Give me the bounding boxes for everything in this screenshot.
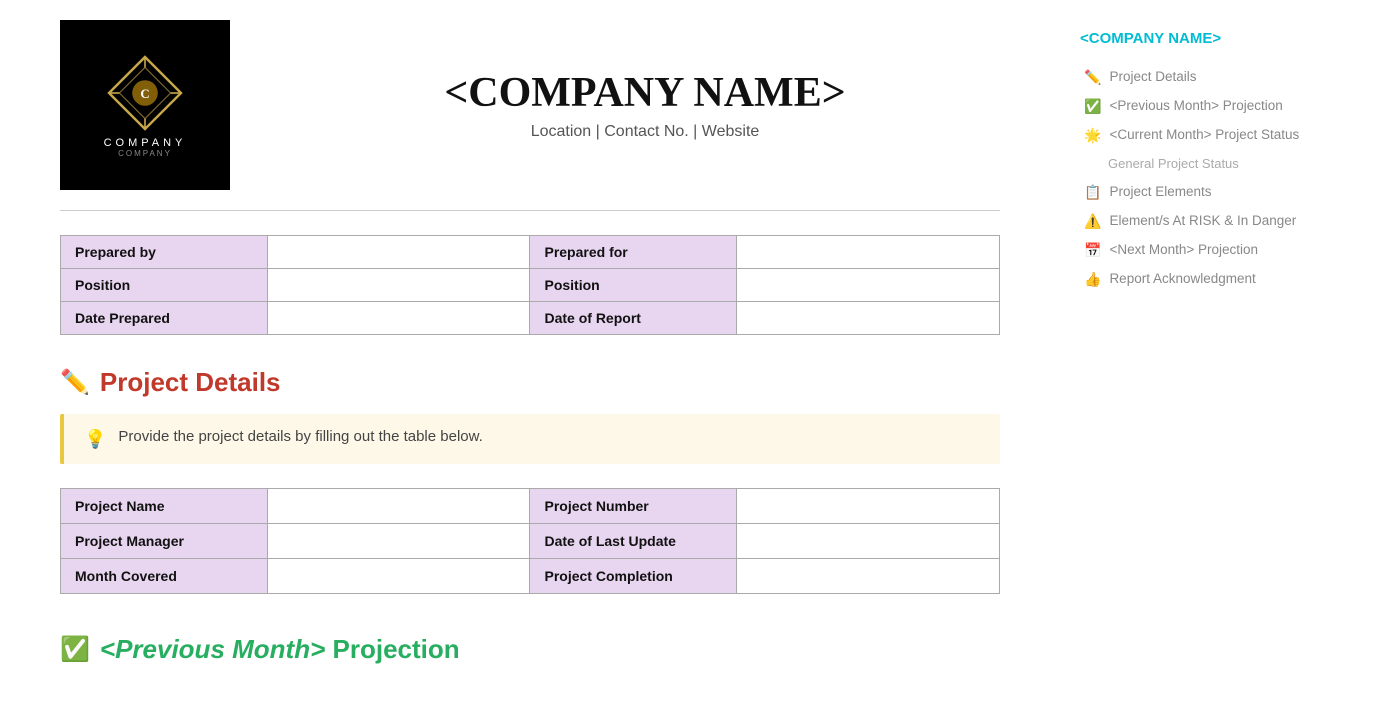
sidebar-item-prev-month[interactable]: ✅ <Previous Month> Projection (1080, 92, 1320, 121)
table-row: Position Position (61, 269, 1000, 302)
position-right-value[interactable] (737, 269, 1000, 302)
sidebar-nav: ✏️ Project Details ✅ <Previous Month> Pr… (1080, 63, 1320, 293)
header-divider (60, 210, 1000, 211)
sidebar-item-label: <Next Month> Projection (1109, 241, 1258, 260)
main-content: C COMPANY COMPANY <COMPANY NAME> Locatio… (0, 0, 1060, 712)
project-details-title: Project Details (100, 367, 281, 398)
sidebar-item-label: Report Acknowledgment (1109, 270, 1255, 289)
checkmark-icon: ✅ (1084, 98, 1101, 115)
date-prepared-value[interactable] (267, 302, 530, 335)
thumbs-up-icon: 👍 (1084, 271, 1101, 288)
logo-company-sub: COMPANY (118, 149, 172, 158)
company-name-title: <COMPANY NAME> (290, 69, 1000, 117)
position-value[interactable] (267, 269, 530, 302)
sidebar-item-label: Project Details (1109, 68, 1196, 87)
project-table: Project Name Project Number Project Mana… (60, 488, 1000, 594)
sidebar: <COMPANY NAME> ✏️ Project Details ✅ <Pre… (1060, 0, 1340, 712)
prepared-by-label: Prepared by (61, 236, 268, 269)
project-name-value[interactable] (267, 489, 530, 524)
calendar-icon: 📅 (1084, 242, 1101, 259)
prepared-for-value[interactable] (737, 236, 1000, 269)
sidebar-item-risk-danger[interactable]: ⚠️ Element/s At RISK & In Danger (1080, 207, 1320, 236)
position-label: Position (61, 269, 268, 302)
date-last-update-value[interactable] (737, 524, 1000, 559)
date-prepared-label: Date Prepared (61, 302, 268, 335)
sidebar-item-label: General Project Status (1108, 155, 1239, 173)
date-last-update-label: Date of Last Update (530, 524, 737, 559)
prev-month-header: ✅ <Previous Month> Projection (60, 634, 1000, 665)
company-subtitle: Location | Contact No. | Website (290, 123, 1000, 141)
project-completion-label: Project Completion (530, 559, 737, 594)
prev-month-icon: ✅ (60, 635, 90, 664)
sidebar-item-general-status[interactable]: General Project Status (1080, 150, 1320, 178)
info-table: Prepared by Prepared for Position Positi… (60, 235, 1000, 335)
project-manager-label: Project Manager (61, 524, 268, 559)
star-icon: 🌟 (1084, 127, 1101, 144)
svg-text:C: C (140, 86, 149, 100)
project-name-label: Project Name (61, 489, 268, 524)
header-title-section: <COMPANY NAME> Location | Contact No. | … (290, 69, 1000, 141)
clipboard-icon: 📋 (1084, 184, 1101, 201)
table-row: Date Prepared Date of Report (61, 302, 1000, 335)
prepared-by-value[interactable] (267, 236, 530, 269)
pencil-icon: ✏️ (1084, 69, 1101, 86)
sidebar-item-project-elements[interactable]: 📋 Project Elements (1080, 178, 1320, 207)
table-row: Month Covered Project Completion (61, 559, 1000, 594)
prev-month-text: <Previous Month> Projection (100, 634, 460, 665)
logo-box: C COMPANY COMPANY (60, 20, 230, 190)
sidebar-item-label: Element/s At RISK & In Danger (1109, 212, 1296, 231)
table-row: Project Manager Date of Last Update (61, 524, 1000, 559)
project-number-value[interactable] (737, 489, 1000, 524)
date-of-report-label: Date of Report (530, 302, 737, 335)
month-covered-value[interactable] (267, 559, 530, 594)
prev-month-italic: <Previous Month> (100, 634, 325, 664)
sidebar-item-project-details[interactable]: ✏️ Project Details (1080, 63, 1320, 92)
warning-icon: ⚠️ (1084, 213, 1101, 230)
hint-text: Provide the project details by filling o… (118, 428, 482, 445)
project-details-icon: ✏️ (60, 368, 90, 397)
sidebar-company-name[interactable]: <COMPANY NAME> (1080, 30, 1320, 47)
hint-icon: 💡 (84, 429, 106, 450)
prepared-for-label: Prepared for (530, 236, 737, 269)
table-row: Prepared by Prepared for (61, 236, 1000, 269)
position-right-label: Position (530, 269, 737, 302)
table-row: Project Name Project Number (61, 489, 1000, 524)
project-number-label: Project Number (530, 489, 737, 524)
logo-diamond: C (105, 53, 185, 133)
sidebar-item-label: <Current Month> Project Status (1109, 126, 1299, 145)
logo-company-text: COMPANY (104, 137, 187, 149)
month-covered-label: Month Covered (61, 559, 268, 594)
header-section: C COMPANY COMPANY <COMPANY NAME> Locatio… (60, 20, 1000, 190)
hint-box: 💡 Provide the project details by filling… (60, 414, 1000, 464)
sidebar-item-label: Project Elements (1109, 183, 1211, 202)
project-manager-value[interactable] (267, 524, 530, 559)
sidebar-item-next-month[interactable]: 📅 <Next Month> Projection (1080, 236, 1320, 265)
project-details-header: ✏️ Project Details (60, 367, 1000, 398)
sidebar-item-current-month[interactable]: 🌟 <Current Month> Project Status (1080, 121, 1320, 150)
date-of-report-value[interactable] (737, 302, 1000, 335)
sidebar-item-report-acknowledgment[interactable]: 👍 Report Acknowledgment (1080, 265, 1320, 294)
project-completion-value[interactable] (737, 559, 1000, 594)
sidebar-item-label: <Previous Month> Projection (1109, 97, 1282, 116)
